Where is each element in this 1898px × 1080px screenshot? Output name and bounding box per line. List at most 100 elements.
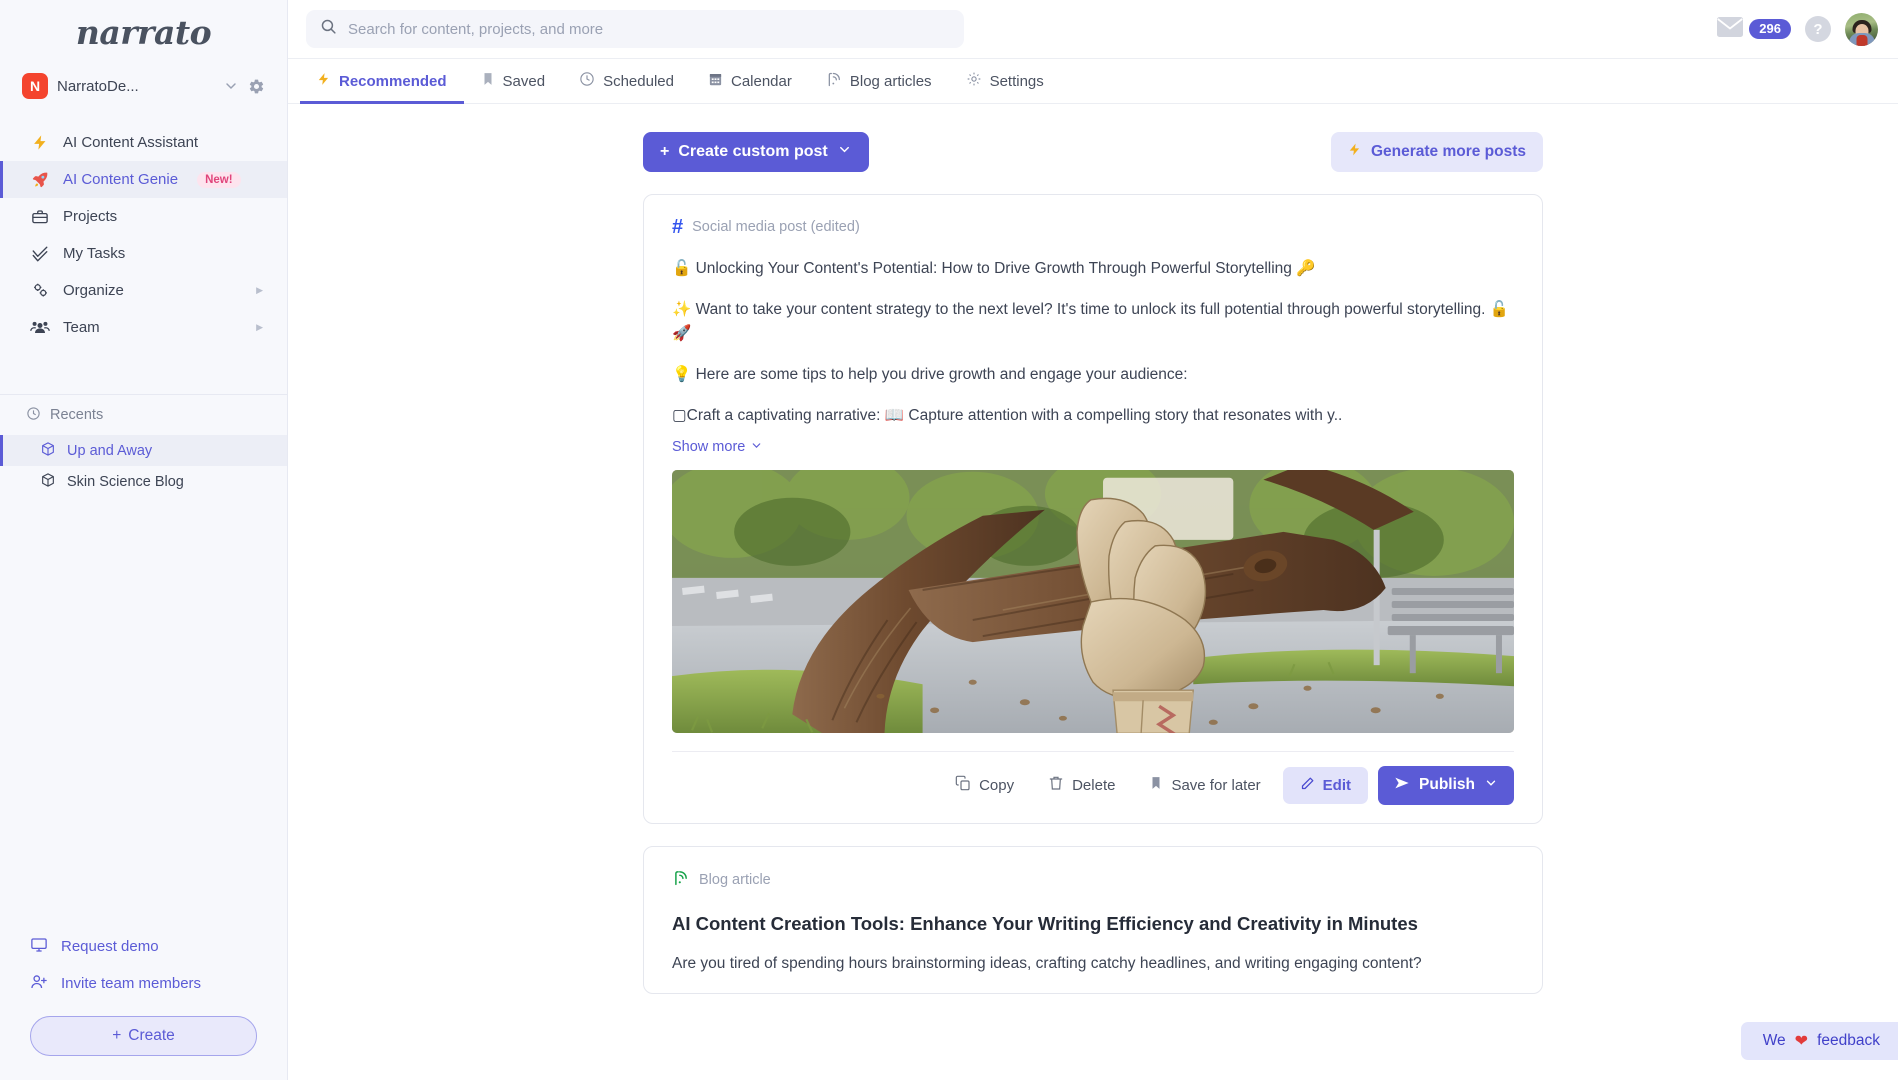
clock-icon bbox=[579, 71, 595, 91]
gear-icon[interactable] bbox=[248, 78, 265, 95]
calendar-icon bbox=[708, 71, 723, 91]
person-add-icon bbox=[30, 973, 48, 995]
edit-label: Edit bbox=[1323, 777, 1351, 794]
topbar: 296 ? bbox=[288, 0, 1898, 58]
delete-label: Delete bbox=[1072, 777, 1115, 794]
blog-article-card: Blog article AI Content Creation Tools: … bbox=[643, 846, 1543, 994]
user-avatar[interactable] bbox=[1845, 13, 1878, 46]
show-more-button[interactable]: Show more bbox=[672, 439, 763, 456]
primary-nav: AI Content Assistant AI Content Genie Ne… bbox=[0, 108, 287, 346]
chevron-down-icon bbox=[837, 142, 852, 162]
app-root: narrato N NarratoDe... AI Content Assist… bbox=[0, 0, 1898, 1080]
blog-article-title[interactable]: AI Content Creation Tools: Enhance Your … bbox=[672, 913, 1514, 935]
edit-button[interactable]: Edit bbox=[1283, 767, 1368, 804]
tab-scheduled[interactable]: Scheduled bbox=[562, 59, 691, 103]
card-type-label: Social media post (edited) bbox=[692, 219, 860, 235]
copy-icon bbox=[955, 775, 971, 795]
tab-label: Settings bbox=[990, 73, 1044, 90]
gear-icon bbox=[966, 71, 982, 91]
brand-logo[interactable]: narrato bbox=[0, 0, 287, 64]
recents-header: Recents bbox=[0, 395, 287, 435]
sidebar-item-ai-content-assistant[interactable]: AI Content Assistant bbox=[0, 124, 287, 161]
help-button[interactable]: ? bbox=[1805, 16, 1831, 42]
tab-calendar[interactable]: Calendar bbox=[691, 59, 809, 103]
feedback-suffix: feedback bbox=[1817, 1032, 1880, 1050]
content-inner: + Create custom post Generate more posts bbox=[288, 132, 1898, 994]
bookmark-icon bbox=[1149, 775, 1163, 795]
blog-article-excerpt: Are you tired of spending hours brainsto… bbox=[672, 952, 1514, 975]
check-icon bbox=[30, 245, 50, 263]
post-image[interactable] bbox=[672, 470, 1514, 733]
card-type-label: Blog article bbox=[699, 872, 771, 888]
copy-button[interactable]: Copy bbox=[943, 767, 1026, 803]
sidebar-footer: Request demo Invite team members + Creat… bbox=[0, 928, 287, 1080]
tab-recommended[interactable]: Recommended bbox=[300, 59, 464, 103]
publish-button[interactable]: Publish bbox=[1378, 766, 1514, 805]
bookmark-icon bbox=[481, 71, 495, 91]
copy-label: Copy bbox=[979, 777, 1014, 794]
sidebar-item-label: AI Content Assistant bbox=[63, 134, 198, 151]
save-for-later-label: Save for later bbox=[1171, 777, 1260, 794]
recents-label: Recents bbox=[50, 407, 103, 423]
chevron-down-icon[interactable] bbox=[223, 78, 239, 94]
tab-saved[interactable]: Saved bbox=[464, 59, 563, 103]
gears-icon bbox=[30, 281, 50, 300]
sidebar-item-organize[interactable]: Organize ▶ bbox=[0, 272, 287, 309]
post-paragraph: 💡 Here are some tips to help you drive g… bbox=[672, 363, 1514, 387]
card-type-row: Blog article bbox=[672, 869, 1514, 891]
send-icon bbox=[1394, 775, 1410, 796]
workspace-selector[interactable]: N NarratoDe... bbox=[0, 64, 287, 108]
search-icon bbox=[320, 18, 337, 40]
cube-icon bbox=[40, 472, 56, 492]
chevron-down-icon[interactable] bbox=[1484, 776, 1498, 795]
hash-icon: # bbox=[672, 217, 683, 237]
sidebar-item-label: Organize bbox=[63, 282, 124, 299]
nav-spacer bbox=[0, 346, 287, 394]
chevron-down-icon bbox=[750, 439, 763, 456]
tab-label: Saved bbox=[503, 73, 546, 90]
feedback-widget[interactable]: We ❤ feedback bbox=[1741, 1022, 1898, 1060]
blogger-icon bbox=[826, 71, 842, 92]
recent-item-skin-science-blog[interactable]: Skin Science Blog bbox=[0, 466, 287, 497]
tabbar: Recommended Saved Scheduled Calendar bbox=[288, 58, 1898, 104]
sidebar-item-projects[interactable]: Projects bbox=[0, 198, 287, 235]
sidebar-item-ai-content-genie[interactable]: AI Content Genie New! bbox=[0, 161, 287, 198]
people-icon bbox=[30, 318, 50, 338]
search-bar[interactable] bbox=[306, 10, 964, 48]
chevron-right-icon[interactable]: ▶ bbox=[256, 322, 263, 333]
delete-button[interactable]: Delete bbox=[1036, 767, 1127, 803]
recent-item-up-and-away[interactable]: Up and Away bbox=[0, 435, 287, 466]
badge-new: New! bbox=[197, 172, 240, 188]
post-paragraph: ▢Craft a captivating narrative: 📖 Captur… bbox=[672, 404, 1514, 428]
social-media-post-card: # Social media post (edited) 🔓 Unlocking… bbox=[643, 194, 1543, 824]
show-more-label: Show more bbox=[672, 439, 745, 455]
create-custom-post-button[interactable]: + Create custom post bbox=[643, 132, 869, 172]
tab-settings[interactable]: Settings bbox=[949, 59, 1061, 103]
chevron-right-icon[interactable]: ▶ bbox=[256, 285, 263, 296]
create-button-label: Create bbox=[128, 1027, 175, 1045]
content-scroll-area[interactable]: + Create custom post Generate more posts bbox=[288, 104, 1898, 1080]
cube-icon bbox=[40, 441, 56, 461]
tab-blog-articles[interactable]: Blog articles bbox=[809, 59, 949, 103]
messages-count-badge: 296 bbox=[1749, 19, 1791, 39]
main-area: 296 ? Recommended bbox=[288, 0, 1898, 1080]
lightning-icon bbox=[30, 133, 50, 152]
sidebar-item-my-tasks[interactable]: My Tasks bbox=[0, 235, 287, 272]
monitor-icon bbox=[30, 936, 48, 958]
plus-icon: + bbox=[112, 1027, 121, 1045]
invite-team-members-link[interactable]: Invite team members bbox=[0, 965, 287, 1002]
create-button[interactable]: + Create bbox=[30, 1016, 257, 1056]
tab-label: Recommended bbox=[339, 73, 447, 90]
envelope-icon bbox=[1716, 16, 1744, 43]
generate-more-posts-button[interactable]: Generate more posts bbox=[1331, 132, 1543, 172]
messages-button[interactable]: 296 bbox=[1716, 16, 1791, 43]
recent-item-label: Skin Science Blog bbox=[67, 474, 184, 490]
search-input[interactable] bbox=[348, 21, 950, 38]
lightning-icon bbox=[317, 71, 331, 91]
plus-icon: + bbox=[660, 143, 669, 161]
sidebar-item-label: My Tasks bbox=[63, 245, 125, 262]
sidebar-item-label: Projects bbox=[63, 208, 117, 225]
request-demo-link[interactable]: Request demo bbox=[0, 928, 287, 965]
sidebar-item-team[interactable]: Team ▶ bbox=[0, 309, 287, 346]
save-for-later-button[interactable]: Save for later bbox=[1137, 767, 1272, 803]
